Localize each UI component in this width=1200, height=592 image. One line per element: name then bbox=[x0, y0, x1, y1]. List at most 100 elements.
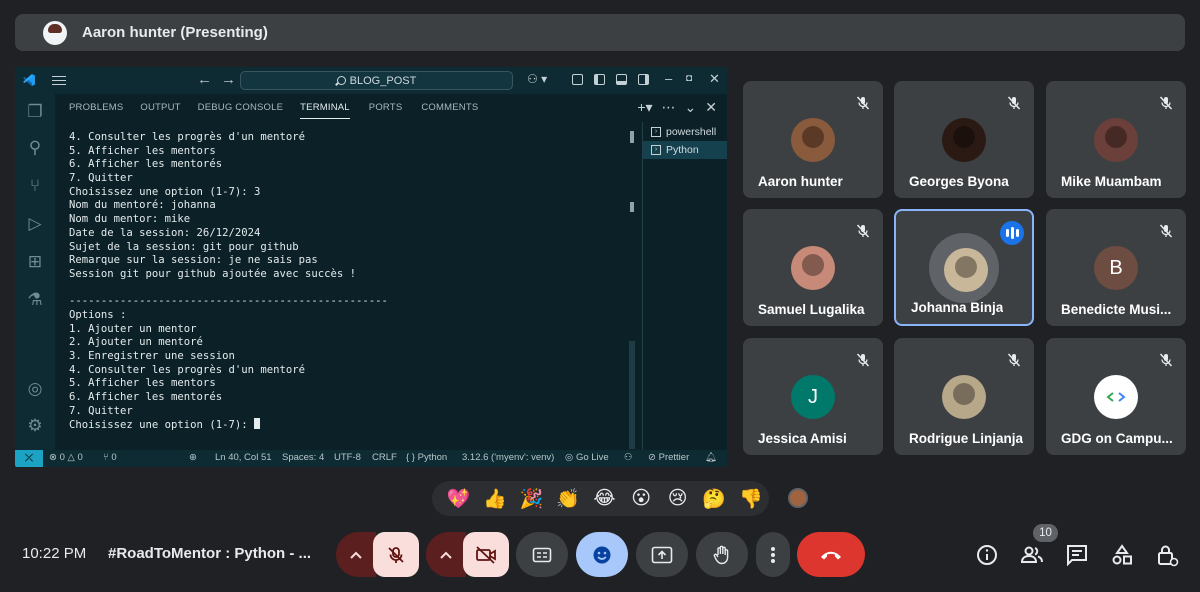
reactions-button[interactable] bbox=[576, 532, 628, 577]
terminal-item-python[interactable]: › Python bbox=[643, 141, 727, 159]
tab-output[interactable]: OUTPUT bbox=[140, 94, 180, 122]
present-screen-button[interactable] bbox=[636, 532, 688, 577]
explorer-icon[interactable]: ❐ bbox=[25, 102, 45, 122]
participant-tile[interactable]: GDG on Campu... bbox=[1046, 338, 1186, 455]
terminal-line: Choisissez une option (1-7): 3 bbox=[69, 185, 261, 198]
emoji-thumbs-up[interactable]: 👍 bbox=[477, 487, 514, 511]
video-options-button[interactable] bbox=[426, 532, 466, 577]
emoji-surprised[interactable]: 😮 bbox=[623, 487, 660, 510]
emoji-sad[interactable]: 😢 bbox=[659, 487, 696, 510]
copilot-icon[interactable]: ⚇ ▾ bbox=[527, 72, 551, 88]
terminal-item-powershell[interactable]: › powershell bbox=[643, 123, 727, 141]
status-language[interactable]: { } Python bbox=[406, 452, 447, 463]
leave-call-button[interactable] bbox=[797, 532, 865, 577]
toggle-panel-icon[interactable] bbox=[616, 74, 627, 85]
audio-options-button[interactable] bbox=[336, 532, 376, 577]
customize-layout-icon[interactable] bbox=[572, 74, 583, 85]
raise-hand-button[interactable] bbox=[696, 532, 748, 577]
more-options-button[interactable] bbox=[756, 532, 790, 577]
terminal-scrollbar[interactable] bbox=[629, 341, 635, 449]
status-problems[interactable]: ⊗ 0 △ 0 bbox=[49, 452, 83, 463]
tab-comments[interactable]: COMMENTS bbox=[421, 94, 478, 122]
terminal-line: Sujet de la session: git pour github bbox=[69, 240, 299, 253]
notifications-bell-icon[interactable]: 🔔︎ bbox=[705, 452, 717, 463]
tab-terminal[interactable]: TERMINAL bbox=[300, 94, 350, 122]
terminal-output[interactable]: 4. Consulter les progrès d'un mentoré 5. … bbox=[69, 131, 639, 451]
participant-tile[interactable]: B Benedicte Musi... bbox=[1046, 209, 1186, 326]
skin-tone-picker-icon[interactable] bbox=[788, 488, 808, 508]
participant-tile[interactable]: Georges Byona bbox=[894, 81, 1034, 198]
status-encoding[interactable]: UTF-8 bbox=[334, 452, 361, 463]
close-panel-icon[interactable]: ✕ bbox=[705, 99, 717, 116]
emoji-clapping[interactable]: 👏 bbox=[550, 487, 587, 511]
profile-photo bbox=[802, 254, 824, 276]
emoji-laughing[interactable]: 😂 bbox=[586, 487, 623, 510]
tab-ports[interactable]: PORTS bbox=[369, 94, 403, 122]
host-controls-lock-icon[interactable] bbox=[1155, 543, 1179, 567]
emoji-thinking[interactable]: 🤔 bbox=[696, 487, 733, 511]
emoji-sparkling-heart[interactable]: 💖 bbox=[440, 487, 477, 511]
participant-tile[interactable]: Johanna Binja bbox=[894, 209, 1034, 326]
terminal-line: 3. Enregistrer une session bbox=[69, 350, 235, 362]
nav-arrows[interactable]: ←→ bbox=[197, 71, 245, 88]
hand-icon bbox=[713, 545, 729, 564]
more-actions-icon[interactable]: ⋯ bbox=[662, 99, 676, 116]
participant-tile[interactable]: J Jessica Amisi bbox=[743, 338, 883, 455]
tab-debug-console[interactable]: DEBUG CONSOLE bbox=[198, 94, 283, 122]
minimize-icon[interactable]: – bbox=[665, 71, 672, 86]
command-center-search[interactable]: BLOG_POST bbox=[240, 71, 513, 90]
terminal-line: Date de la session: 26/12/2024 bbox=[69, 226, 261, 239]
remote-indicator-icon[interactable]: ⤫ bbox=[15, 450, 43, 467]
meeting-title[interactable]: #RoadToMentor : Python - ... bbox=[108, 545, 311, 562]
testing-icon[interactable]: ⚗ bbox=[25, 290, 45, 310]
account-icon[interactable]: ◎ bbox=[25, 379, 45, 399]
clock: 10:22 PM bbox=[22, 545, 87, 562]
source-control-icon[interactable]: ⑂ bbox=[25, 176, 45, 196]
settings-gear-icon[interactable]: ⚙ bbox=[25, 416, 45, 436]
emoji-party-popper[interactable]: 🎉 bbox=[513, 487, 550, 511]
participant-tile[interactable]: Rodrigue Linjanja bbox=[894, 338, 1034, 455]
terminal-icon: › bbox=[651, 127, 661, 137]
terminal-cursor bbox=[253, 418, 260, 430]
status-spaces[interactable]: Spaces: 4 bbox=[282, 452, 324, 463]
microphone-toggle-button[interactable] bbox=[373, 532, 419, 577]
smiley-icon bbox=[593, 546, 611, 563]
presenter-avatar bbox=[43, 20, 67, 45]
run-debug-icon[interactable]: ▷ bbox=[25, 214, 45, 234]
zoom-icon[interactable]: ⊕ bbox=[189, 452, 197, 463]
extensions-icon[interactable]: ⊞ bbox=[25, 252, 45, 272]
status-interpreter[interactable]: 3.12.6 ('myenv': venv) bbox=[462, 452, 554, 463]
chat-icon[interactable] bbox=[1065, 543, 1089, 567]
avatar bbox=[942, 375, 986, 419]
status-position[interactable]: Ln 40, Col 51 bbox=[215, 452, 272, 463]
status-eol[interactable]: CRLF bbox=[372, 452, 397, 463]
meeting-details-icon[interactable] bbox=[975, 543, 999, 567]
search-icon[interactable]: ⚲ bbox=[25, 138, 45, 158]
restore-icon[interactable]: ◘ bbox=[686, 73, 692, 84]
participant-name: Aaron hunter bbox=[758, 174, 843, 189]
emoji-thumbs-down[interactable]: 👎 bbox=[733, 487, 770, 511]
terminal-line: Options : bbox=[69, 308, 127, 321]
copilot-status-icon[interactable]: ⚇ bbox=[624, 452, 633, 463]
status-ports[interactable]: ⑂ 0 bbox=[103, 452, 117, 463]
tab-problems[interactable]: PROBLEMS bbox=[69, 94, 123, 122]
camera-toggle-button[interactable] bbox=[463, 532, 509, 577]
toggle-secondary-sidebar-icon[interactable] bbox=[638, 74, 649, 85]
participant-tile[interactable]: Aaron hunter bbox=[743, 81, 883, 198]
hamburger-menu-icon[interactable] bbox=[52, 73, 66, 87]
chevron-down-icon[interactable]: ⌄ bbox=[685, 99, 697, 116]
captions-button[interactable] bbox=[516, 532, 568, 577]
participant-tile[interactable]: Samuel Lugalika bbox=[743, 209, 883, 326]
participant-tile[interactable]: Mike Muambam bbox=[1046, 81, 1186, 198]
participant-name: GDG on Campu... bbox=[1061, 431, 1173, 446]
close-window-icon[interactable]: ✕ bbox=[709, 71, 720, 87]
people-icon[interactable] bbox=[1020, 543, 1044, 567]
activities-icon[interactable] bbox=[1110, 543, 1134, 567]
status-bar: ⤫ ⊗ 0 △ 0 ⑂ 0 ⊕ Ln 40, Col 51 Spaces: 4 … bbox=[15, 450, 727, 467]
avatar: J bbox=[791, 375, 835, 419]
call-end-icon bbox=[821, 551, 841, 559]
status-golive[interactable]: ◎ Go Live bbox=[565, 452, 609, 463]
toggle-sidebar-icon[interactable] bbox=[594, 74, 605, 85]
status-prettier[interactable]: ⊘ Prettier bbox=[648, 452, 689, 463]
new-terminal-icon[interactable]: +▾ bbox=[637, 99, 652, 116]
